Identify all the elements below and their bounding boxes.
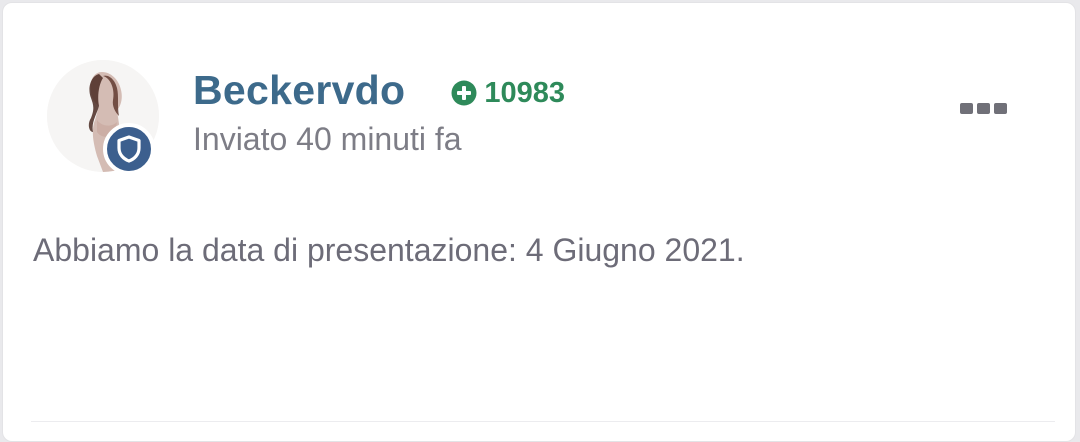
more-options-button[interactable] bbox=[958, 97, 1008, 119]
divider bbox=[31, 421, 1055, 422]
plus-circle-icon bbox=[451, 80, 477, 106]
reputation-badge[interactable]: 10983 bbox=[451, 77, 565, 110]
post-content: Abbiamo la data di presentazione: 4 Giug… bbox=[33, 232, 745, 268]
post-timestamp[interactable]: Inviato 40 minuti fa bbox=[193, 121, 462, 158]
post-card: Beckervdo 10983 Inviato 40 minuti fa Abb… bbox=[2, 2, 1076, 442]
more-dot bbox=[993, 102, 1007, 114]
author-row: Beckervdo 10983 bbox=[193, 65, 565, 115]
avatar[interactable] bbox=[47, 60, 161, 175]
more-dot bbox=[976, 102, 990, 114]
reputation-count: 10983 bbox=[484, 76, 566, 109]
author-name[interactable]: Beckervdo bbox=[193, 67, 405, 114]
shield-icon bbox=[117, 135, 141, 163]
more-horizontal-icon bbox=[959, 102, 973, 114]
moderator-badge bbox=[103, 123, 155, 175]
